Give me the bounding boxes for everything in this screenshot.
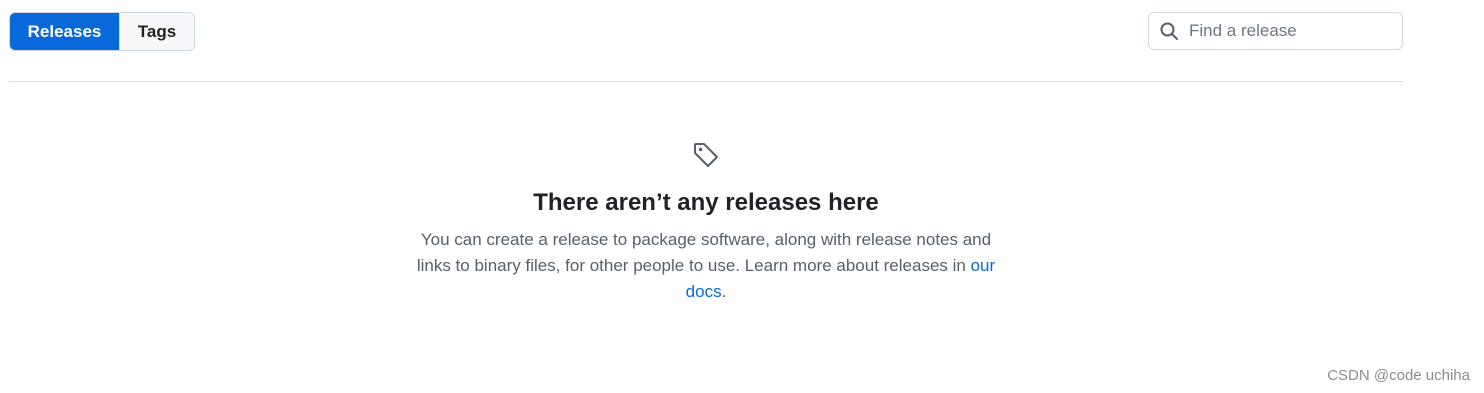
find-release-search[interactable] <box>1148 12 1410 50</box>
watermark: CSDN @code uchiha <box>1327 367 1470 384</box>
tag-icon <box>691 140 721 170</box>
releases-toolbar: Releases Tags <box>9 12 1410 52</box>
search-icon <box>1159 21 1179 41</box>
empty-state-body-text: You can create a release to package soft… <box>416 230 992 276</box>
empty-state: There aren’t any releases here You can c… <box>405 140 1007 305</box>
search-input[interactable] <box>1189 21 1410 41</box>
empty-state-title: There aren’t any releases here <box>533 189 879 216</box>
empty-state-description: You can create a release to package soft… <box>405 227 1007 305</box>
tab-releases[interactable]: Releases <box>10 13 119 50</box>
tab-tags[interactable]: Tags <box>119 13 194 50</box>
releases-page: Releases Tags There aren’t any releases … <box>0 0 1484 393</box>
divider <box>9 81 1403 82</box>
releases-tags-switcher: Releases Tags <box>9 12 195 51</box>
empty-state-trailing-text: . <box>721 282 727 302</box>
